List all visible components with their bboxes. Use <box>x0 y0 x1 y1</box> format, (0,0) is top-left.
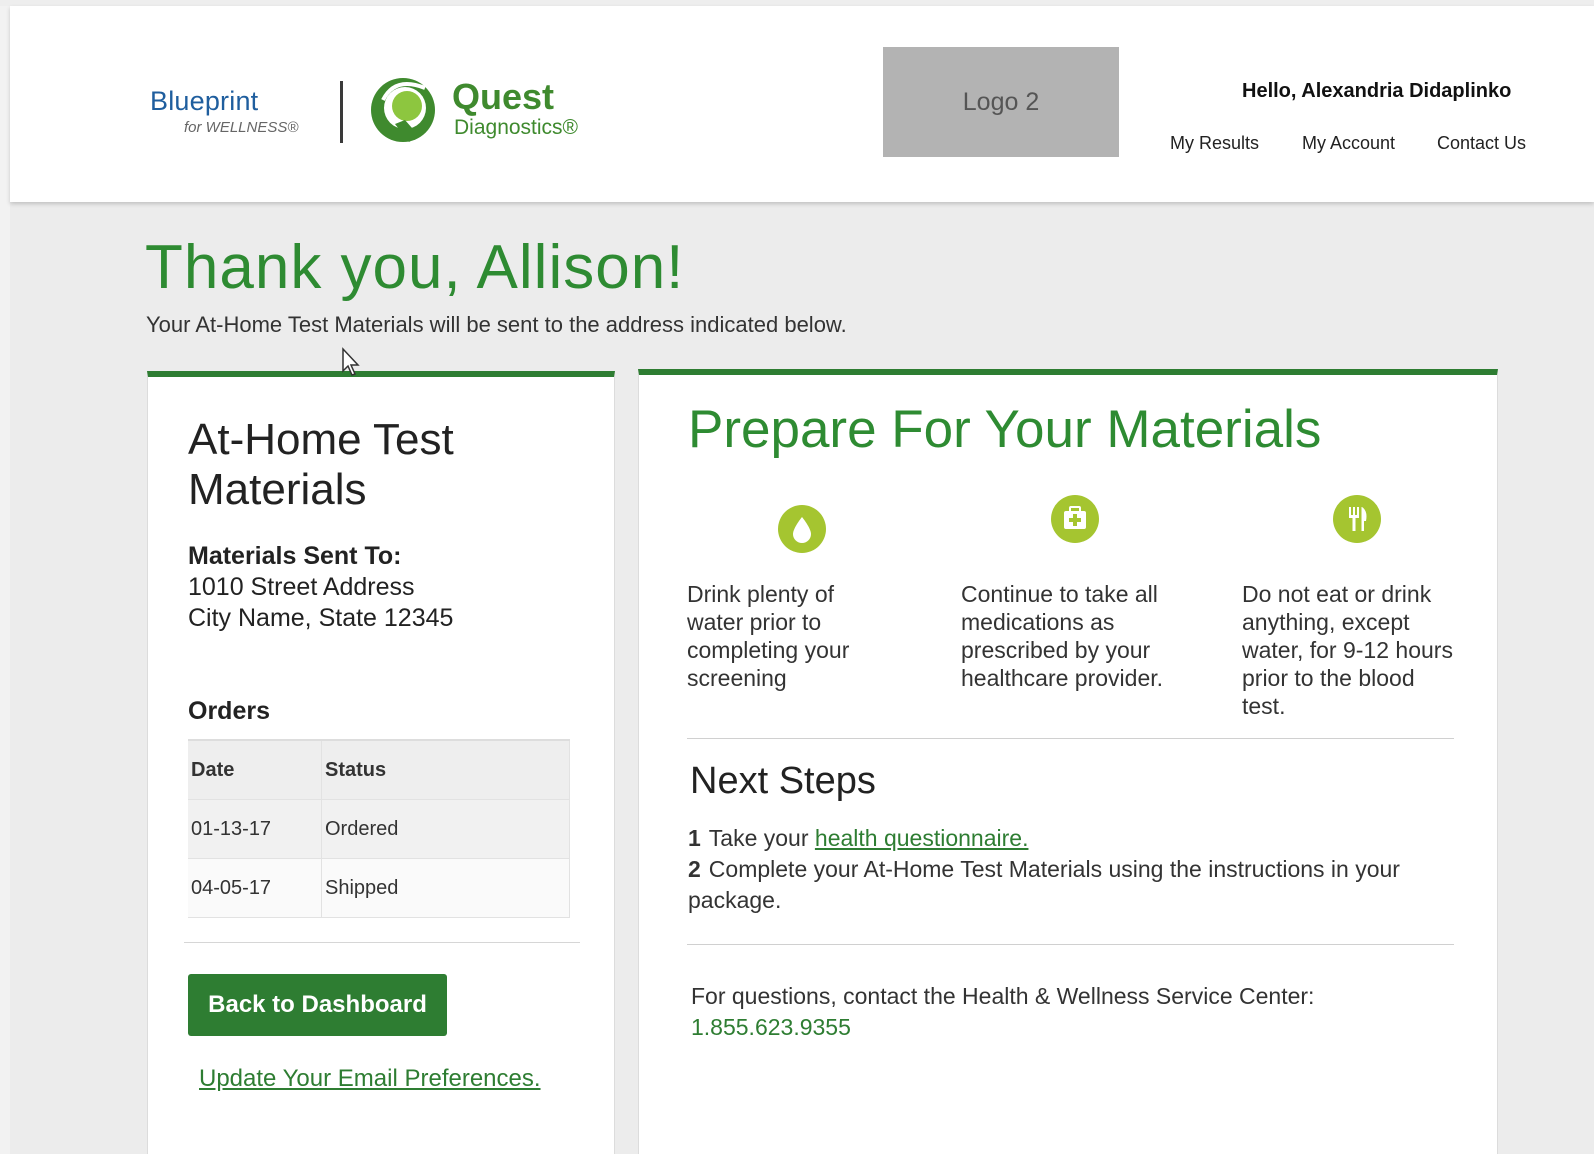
tip-medication-text: Continue to take all medications as pres… <box>961 581 1164 691</box>
materials-sent-to-label: Materials Sent To: <box>188 542 402 570</box>
divider <box>687 944 1454 945</box>
at-home-materials-card: At-Home Test Materials Materials Sent To… <box>147 371 615 1154</box>
page-title: Thank you, Allison! <box>145 233 685 302</box>
contact-info-text: For questions, contact the Health & Well… <box>691 983 1315 1009</box>
divider <box>184 942 580 943</box>
fork-knife-icon <box>1333 495 1381 543</box>
page-subtitle: Your At-Home Test Materials will be sent… <box>146 312 847 337</box>
quest-logo-icon <box>371 78 435 142</box>
order-date: 04-05-17 <box>188 858 322 918</box>
card-title: At-Home Test Materials <box>188 415 454 514</box>
logo-2-placeholder: Logo 2 <box>883 47 1119 157</box>
blueprint-logo[interactable]: Blueprint for WELLNESS® <box>150 86 330 146</box>
quest-diagnostics-logo[interactable]: Quest Diagnostics® <box>365 70 615 150</box>
quest-tagline: Diagnostics® <box>454 116 579 139</box>
table-row: 04-05-17 Shipped <box>188 858 570 918</box>
address-line-2: City Name, State 12345 <box>188 604 454 632</box>
nav-my-account[interactable]: My Account <box>1302 133 1395 154</box>
blueprint-wordmark: Blueprint <box>150 86 259 116</box>
step-text: Complete your At-Home Test Materials usi… <box>688 856 1400 913</box>
divider <box>687 738 1454 739</box>
nav-contact-us[interactable]: Contact Us <box>1437 133 1526 154</box>
service-center-phone-link[interactable]: 1.855.623.9355 <box>691 1014 851 1041</box>
orders-heading: Orders <box>188 697 270 725</box>
site-header: Blueprint for WELLNESS® Quest Diagnostic… <box>10 6 1594 202</box>
back-to-dashboard-button[interactable]: Back to Dashboard <box>188 974 447 1036</box>
first-aid-kit-icon <box>1051 495 1099 543</box>
prepare-title: Prepare For Your Materials <box>688 400 1322 459</box>
order-status: Ordered <box>321 799 570 859</box>
table-header-row: Date Status <box>188 739 570 800</box>
logo-divider <box>340 81 343 143</box>
user-greeting: Hello, Alexandria Didaplinko <box>1242 80 1512 102</box>
nav-my-results[interactable]: My Results <box>1170 133 1259 154</box>
prepare-materials-card: Prepare For Your Materials Drink plenty … <box>638 369 1498 1154</box>
orders-table: Date Status 01-13-17 Ordered 04-05-17 Sh… <box>188 739 570 918</box>
column-header-date: Date <box>188 739 322 800</box>
update-email-preferences-link[interactable]: Update Your Email Preferences. <box>199 1065 541 1093</box>
step-item: 2 Complete your At-Home Test Materials us… <box>688 854 1458 916</box>
water-drop-icon <box>778 505 826 553</box>
blueprint-tagline: for WELLNESS® <box>184 119 299 136</box>
step-text: Take your <box>708 825 809 851</box>
step-number: 2 <box>688 856 701 882</box>
address-line-1: 1010 Street Address <box>188 573 415 601</box>
tip-hydration-text: Drink plenty of water prior to completin… <box>687 581 850 691</box>
column-header-status: Status <box>321 739 570 800</box>
mouse-cursor-icon <box>342 347 360 376</box>
order-date: 01-13-17 <box>188 799 322 859</box>
quest-wordmark: Quest <box>452 76 555 117</box>
table-row: 01-13-17 Ordered <box>188 799 570 859</box>
tip-fasting-text: Do not eat or drink anything, except wat… <box>1242 581 1453 719</box>
step-number: 1 <box>688 825 701 851</box>
next-steps-heading: Next Steps <box>690 760 876 802</box>
step-item: 1 Take your health questionnaire. <box>688 823 1458 854</box>
order-status: Shipped <box>321 858 570 918</box>
health-questionnaire-link[interactable]: health questionnaire. <box>815 825 1029 851</box>
next-steps-list: 1 Take your health questionnaire. 2 Comple… <box>688 823 1458 916</box>
